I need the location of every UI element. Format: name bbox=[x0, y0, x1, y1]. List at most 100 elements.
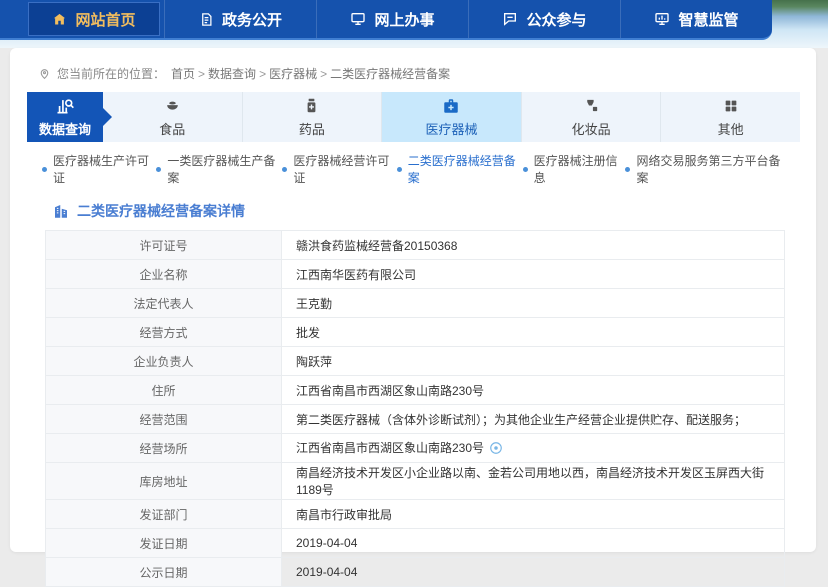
home-icon bbox=[52, 12, 67, 27]
subnav-item-registration-info[interactable]: 医疗器械注册信息 bbox=[523, 152, 626, 186]
nav-item-label: 网站首页 bbox=[75, 9, 135, 30]
field-value-text: 江西省南昌市西湖区象山南路230号 bbox=[296, 441, 484, 455]
nav-item-online-service[interactable]: 网上办事 bbox=[316, 0, 468, 38]
tab-label: 数据查询 bbox=[39, 119, 91, 138]
field-value: 批发 bbox=[282, 318, 785, 347]
field-label: 库房地址 bbox=[46, 463, 282, 500]
breadcrumb-link[interactable]: 首页 bbox=[171, 67, 195, 81]
breadcrumb-separator: > bbox=[198, 67, 205, 81]
field-label: 住所 bbox=[46, 376, 282, 405]
field-value: 南昌市行政审批局 bbox=[282, 500, 785, 529]
field-value: 第二类医疗器械（含体外诊断试剂）；为其他企业生产经营企业提供贮存、配送服务； bbox=[282, 405, 785, 434]
field-label: 许可证号 bbox=[46, 231, 282, 260]
field-label: 经营场所 bbox=[46, 434, 282, 463]
tab-label: 其他 bbox=[718, 119, 744, 138]
cosmetics-icon bbox=[583, 97, 600, 115]
tab-label: 化妆品 bbox=[572, 119, 611, 138]
page-title: 二类医疗器械经营备案详情 bbox=[77, 201, 245, 221]
location-pin-icon bbox=[38, 67, 51, 80]
nav-item-smart-supervision[interactable]: 智慧监管 bbox=[620, 0, 772, 38]
table-row: 经营场所江西省南昌市西湖区象山南路230号 bbox=[46, 434, 785, 463]
screen-icon bbox=[654, 11, 670, 27]
field-value-text: 2019-04-04 bbox=[296, 565, 357, 579]
field-value-text: 陶跃萍 bbox=[296, 355, 332, 369]
field-label: 公示日期 bbox=[46, 558, 282, 587]
sub-nav: 医疗器械生产许可证一类医疗器械生产备案医疗器械经营许可证二类医疗器械经营备案医疗… bbox=[42, 152, 786, 186]
category-tabs: 数据查询 食品 药品 医疗器械 化妆品 其他 bbox=[27, 92, 800, 142]
field-value: 2019-04-04 bbox=[282, 529, 785, 558]
page-title-row: 二类医疗器械经营备案详情 bbox=[52, 201, 816, 221]
field-value-text: 第二类医疗器械（含体外诊断试剂）；为其他企业生产经营企业提供贮存、配送服务； bbox=[296, 413, 746, 427]
field-label: 发证日期 bbox=[46, 529, 282, 558]
subnav-item-class2-operation-filing[interactable]: 二类医疗器械经营备案 bbox=[397, 152, 523, 186]
bullet-dot-icon bbox=[42, 167, 47, 172]
tab-drug[interactable]: 药品 bbox=[243, 92, 383, 142]
subnav-item-label: 医疗器械生产许可证 bbox=[53, 152, 156, 186]
breadcrumb-link[interactable]: 医疗器械 bbox=[269, 67, 317, 81]
table-row: 公示日期 2019-04-04 bbox=[46, 558, 785, 587]
nav-item-home[interactable]: 网站首页 bbox=[28, 2, 160, 36]
tab-cosmetics[interactable]: 化妆品 bbox=[522, 92, 662, 142]
subnav-item-production-license[interactable]: 医疗器械生产许可证 bbox=[42, 152, 156, 186]
nav-item-gov-info[interactable]: 政务公开 bbox=[164, 0, 316, 38]
tab-data-query[interactable]: 数据查询 bbox=[27, 92, 103, 142]
breadcrumb-prefix: 您当前所在的位置： bbox=[57, 65, 165, 82]
field-value-text: 批发 bbox=[296, 326, 320, 340]
field-value: 江西南华医药有限公司 bbox=[282, 260, 785, 289]
table-row: 企业名称江西南华医药有限公司 bbox=[46, 260, 785, 289]
subnav-item-label: 一类医疗器械生产备案 bbox=[167, 152, 282, 186]
nav-item-public-participation[interactable]: 公众参与 bbox=[468, 0, 620, 38]
subnav-item-label: 医疗器械注册信息 bbox=[534, 152, 626, 186]
breadcrumb-links: 首页>数据查询>医疗器械>二类医疗器械经营备案 bbox=[171, 65, 450, 82]
subnav-item-label: 二类医疗器械经营备案 bbox=[408, 152, 523, 186]
field-value-text: 王克勤 bbox=[296, 297, 332, 311]
nav-item-label: 智慧监管 bbox=[678, 9, 738, 30]
breadcrumb: 您当前所在的位置： 首页>数据查询>医疗器械>二类医疗器械经营备案 bbox=[10, 48, 816, 88]
table-row: 发证部门南昌市行政审批局 bbox=[46, 500, 785, 529]
field-value: 陶跃萍 bbox=[282, 347, 785, 376]
field-label: 法定代表人 bbox=[46, 289, 282, 318]
tab-medical-device[interactable]: 医疗器械 bbox=[382, 92, 522, 142]
field-value: 赣洪食药监械经营备20150368 bbox=[282, 231, 785, 260]
field-value-text: 江西省南昌市西湖区象山南路230号 bbox=[296, 384, 484, 398]
doc-icon bbox=[199, 12, 214, 27]
tab-label: 药品 bbox=[299, 119, 325, 138]
subnav-item-operation-license[interactable]: 医疗器械经营许可证 bbox=[282, 152, 396, 186]
nav-item-label: 公众参与 bbox=[526, 9, 586, 30]
field-label: 发证部门 bbox=[46, 500, 282, 529]
monitor-icon bbox=[350, 11, 366, 27]
tab-other[interactable]: 其他 bbox=[661, 92, 800, 142]
detail-table-body: 许可证号赣洪食药监械经营备20150368企业名称江西南华医药有限公司法定代表人… bbox=[46, 231, 785, 587]
bullet-dot-icon bbox=[523, 167, 528, 172]
other-icon bbox=[723, 97, 739, 115]
field-label: 经营范围 bbox=[46, 405, 282, 434]
breadcrumb-link[interactable]: 二类医疗器械经营备案 bbox=[330, 67, 450, 81]
subnav-item-class1-production-filing[interactable]: 一类医疗器械生产备案 bbox=[156, 152, 282, 186]
field-value: 王克勤 bbox=[282, 289, 785, 318]
table-row: 企业负责人陶跃萍 bbox=[46, 347, 785, 376]
subnav-item-third-party-platform-filing[interactable]: 网络交易服务第三方平台备案 bbox=[625, 152, 786, 186]
field-value: 南昌经济技术开发区小企业路以南、金若公司用地以西，南昌经济技术开发区玉屏西大街1… bbox=[282, 463, 785, 500]
drug-icon bbox=[303, 97, 320, 115]
breadcrumb-separator: > bbox=[320, 67, 327, 81]
food-icon bbox=[164, 97, 181, 115]
table-row: 经营方式批发 bbox=[46, 318, 785, 347]
tab-label: 食品 bbox=[159, 119, 185, 138]
table-row: 经营范围第二类医疗器械（含体外诊断试剂）；为其他企业生产经营企业提供贮存、配送服… bbox=[46, 405, 785, 434]
subnav-item-label: 医疗器械经营许可证 bbox=[293, 152, 396, 186]
field-value: 江西省南昌市西湖区象山南路230号 bbox=[282, 376, 785, 405]
field-label: 企业名称 bbox=[46, 260, 282, 289]
table-row: 许可证号赣洪食药监械经营备20150368 bbox=[46, 231, 785, 260]
nav-item-label: 网上办事 bbox=[374, 9, 434, 30]
breadcrumb-link[interactable]: 数据查询 bbox=[208, 67, 256, 81]
building-icon bbox=[52, 202, 70, 220]
top-nav: 网站首页 政务公开 网上办事 公众参与 智慧监管 bbox=[0, 0, 772, 40]
tab-food[interactable]: 食品 bbox=[103, 92, 243, 142]
tab-label: 医疗器械 bbox=[425, 119, 477, 138]
field-value: 江西省南昌市西湖区象山南路230号 bbox=[282, 434, 785, 463]
field-value-text: 南昌市行政审批局 bbox=[296, 508, 392, 522]
detail-table: 许可证号赣洪食药监械经营备20150368企业名称江西南华医药有限公司法定代表人… bbox=[45, 230, 785, 587]
location-circle-icon[interactable] bbox=[489, 441, 503, 458]
bullet-dot-icon bbox=[397, 167, 402, 172]
data-query-icon bbox=[55, 97, 75, 115]
